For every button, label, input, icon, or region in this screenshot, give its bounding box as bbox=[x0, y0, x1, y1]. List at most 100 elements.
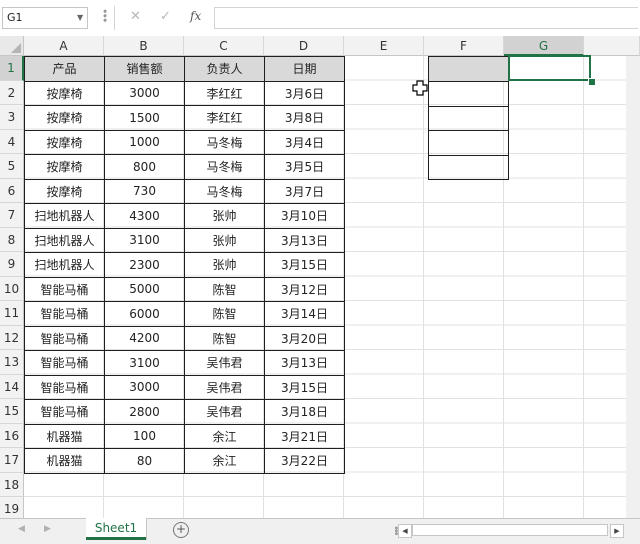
row-header[interactable]: 14 bbox=[0, 374, 24, 399]
table-cell[interactable]: 3月8日 bbox=[264, 105, 345, 131]
select-all-corner[interactable] bbox=[0, 36, 24, 56]
criteria-range-box[interactable] bbox=[428, 56, 509, 180]
table-cell[interactable]: 4300 bbox=[104, 203, 185, 229]
table-cell[interactable]: 余江 bbox=[184, 423, 265, 449]
row-header[interactable]: 16 bbox=[0, 423, 24, 448]
table-cell[interactable]: 按摩椅 bbox=[24, 154, 105, 180]
scroll-right-icon[interactable]: ▶ bbox=[610, 524, 624, 538]
table-cell[interactable]: 3100 bbox=[104, 350, 185, 376]
active-cell-g1[interactable] bbox=[508, 55, 591, 81]
insert-function-icon[interactable]: fx bbox=[190, 9, 201, 23]
table-cell[interactable]: 3月15日 bbox=[264, 374, 345, 400]
table-cell[interactable]: 3月6日 bbox=[264, 80, 345, 106]
row-header[interactable]: 19 bbox=[0, 497, 24, 518]
cancel-icon[interactable]: ✕ bbox=[130, 9, 141, 24]
table-cell[interactable]: 余江 bbox=[184, 448, 265, 474]
table-cell[interactable]: 3000 bbox=[104, 80, 185, 106]
scroll-tabs-right-icon[interactable]: ▶ bbox=[44, 524, 51, 534]
table-cell[interactable]: 按摩椅 bbox=[24, 129, 105, 155]
table-cell[interactable]: 730 bbox=[104, 178, 185, 204]
table-cell[interactable]: 吴伟君 bbox=[184, 374, 265, 400]
table-header-cell[interactable]: 负责人 bbox=[184, 56, 265, 82]
row-header[interactable]: 17 bbox=[0, 448, 24, 473]
table-cell[interactable]: 3月15日 bbox=[264, 252, 345, 278]
table-cell[interactable]: 智能马桶 bbox=[24, 350, 105, 376]
table-cell[interactable]: 张帅 bbox=[184, 203, 265, 229]
table-cell[interactable]: 800 bbox=[104, 154, 185, 180]
enter-icon[interactable]: ✓ bbox=[160, 9, 171, 24]
table-cell[interactable]: 吴伟君 bbox=[184, 350, 265, 376]
table-header-cell[interactable]: 产品 bbox=[24, 56, 105, 82]
table-cell[interactable]: 2300 bbox=[104, 252, 185, 278]
scroll-tabs-left-icon[interactable]: ◀ bbox=[18, 524, 25, 534]
table-cell[interactable]: 2800 bbox=[104, 399, 185, 425]
criteria-header-cell[interactable] bbox=[429, 57, 508, 82]
table-cell[interactable]: 3月7日 bbox=[264, 178, 345, 204]
table-cell[interactable]: 3月4日 bbox=[264, 129, 345, 155]
table-cell[interactable]: 张帅 bbox=[184, 227, 265, 253]
table-cell[interactable]: 3月22日 bbox=[264, 448, 345, 474]
vertical-scrollbar[interactable] bbox=[626, 56, 640, 518]
row-header[interactable]: 6 bbox=[0, 178, 24, 203]
table-cell[interactable]: 智能马桶 bbox=[24, 301, 105, 327]
horizontal-scrollbar[interactable]: ◀ ▶ bbox=[398, 524, 626, 538]
horizontal-scroll-thumb[interactable] bbox=[412, 524, 608, 536]
row-header[interactable]: 10 bbox=[0, 276, 24, 301]
table-cell[interactable]: 3月12日 bbox=[264, 276, 345, 302]
table-cell[interactable]: 马冬梅 bbox=[184, 154, 265, 180]
table-cell[interactable]: 按摩椅 bbox=[24, 105, 105, 131]
row-header[interactable]: 12 bbox=[0, 325, 24, 350]
table-cell[interactable]: 按摩椅 bbox=[24, 80, 105, 106]
table-cell[interactable]: 陈智 bbox=[184, 276, 265, 302]
table-header-cell[interactable]: 日期 bbox=[264, 56, 345, 82]
table-cell[interactable]: 张帅 bbox=[184, 252, 265, 278]
table-cell[interactable]: 3月10日 bbox=[264, 203, 345, 229]
table-cell[interactable]: 李红红 bbox=[184, 80, 265, 106]
table-cell[interactable]: 6000 bbox=[104, 301, 185, 327]
table-cell[interactable]: 100 bbox=[104, 423, 185, 449]
table-cell[interactable]: 5000 bbox=[104, 276, 185, 302]
table-header-cell[interactable]: 销售额 bbox=[104, 56, 185, 82]
table-cell[interactable]: 马冬梅 bbox=[184, 178, 265, 204]
row-header[interactable]: 5 bbox=[0, 154, 24, 179]
add-sheet-icon[interactable]: + bbox=[173, 522, 189, 538]
table-cell[interactable]: 3月21日 bbox=[264, 423, 345, 449]
row-header[interactable]: 3 bbox=[0, 105, 24, 130]
table-cell[interactable]: 3月20日 bbox=[264, 325, 345, 351]
row-header[interactable]: 15 bbox=[0, 399, 24, 424]
column-header[interactable]: A bbox=[24, 36, 104, 56]
row-header-selected[interactable]: 1 bbox=[0, 56, 24, 81]
scroll-left-icon[interactable]: ◀ bbox=[398, 524, 412, 538]
column-header[interactable] bbox=[584, 36, 640, 56]
row-header[interactable]: 8 bbox=[0, 227, 24, 252]
table-cell[interactable]: 3月13日 bbox=[264, 227, 345, 253]
column-header-selected[interactable]: G bbox=[504, 36, 584, 56]
table-cell[interactable]: 智能马桶 bbox=[24, 399, 105, 425]
column-header[interactable]: F bbox=[424, 36, 504, 56]
table-cell[interactable]: 智能马桶 bbox=[24, 276, 105, 302]
table-cell[interactable]: 李红红 bbox=[184, 105, 265, 131]
row-header[interactable]: 13 bbox=[0, 350, 24, 375]
table-cell[interactable]: 1000 bbox=[104, 129, 185, 155]
column-header[interactable]: B bbox=[104, 36, 184, 56]
table-cell[interactable]: 扫地机器人 bbox=[24, 227, 105, 253]
sheet-tab-sheet1[interactable]: Sheet1 bbox=[86, 518, 146, 540]
row-header[interactable]: 4 bbox=[0, 129, 24, 154]
table-cell[interactable]: 智能马桶 bbox=[24, 374, 105, 400]
table-cell[interactable]: 智能马桶 bbox=[24, 325, 105, 351]
row-header[interactable]: 9 bbox=[0, 252, 24, 277]
formula-input[interactable] bbox=[214, 7, 638, 29]
column-header[interactable]: E bbox=[344, 36, 424, 56]
column-header[interactable]: C bbox=[184, 36, 264, 56]
chevron-down-icon[interactable]: ▼ bbox=[77, 7, 83, 29]
table-cell[interactable]: 3100 bbox=[104, 227, 185, 253]
row-header[interactable]: 2 bbox=[0, 80, 24, 105]
table-cell[interactable]: 机器猫 bbox=[24, 423, 105, 449]
table-cell[interactable]: 陈智 bbox=[184, 301, 265, 327]
table-cell[interactable]: 3月18日 bbox=[264, 399, 345, 425]
table-cell[interactable]: 机器猫 bbox=[24, 448, 105, 474]
table-cell[interactable]: 80 bbox=[104, 448, 185, 474]
table-cell[interactable]: 陈智 bbox=[184, 325, 265, 351]
table-cell[interactable]: 4200 bbox=[104, 325, 185, 351]
table-cell[interactable]: 按摩椅 bbox=[24, 178, 105, 204]
